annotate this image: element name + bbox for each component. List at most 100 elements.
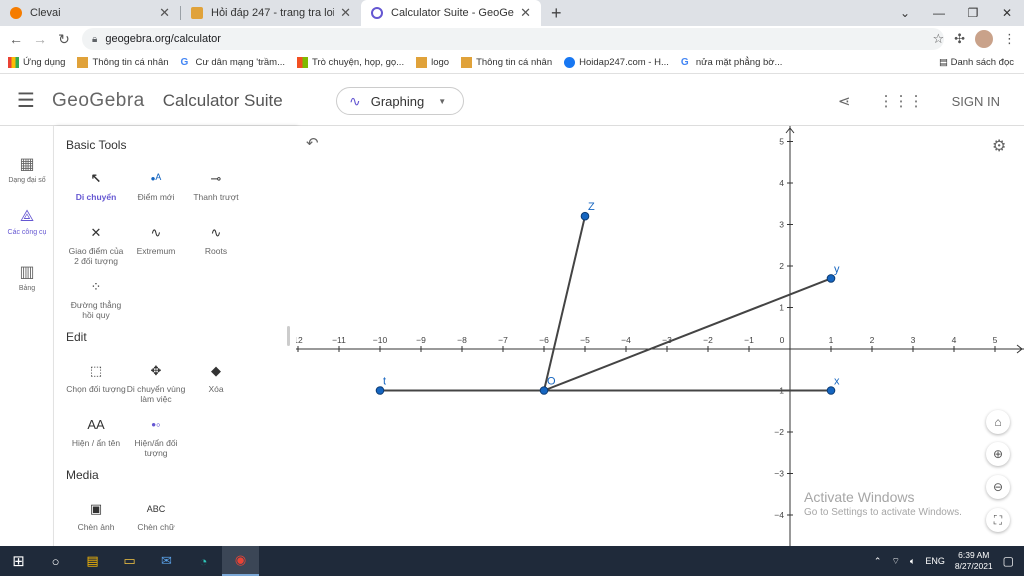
network-icon[interactable]: ⌔ — [891, 556, 899, 567]
rail-algebra[interactable]: ▦ Dạng đại số — [0, 154, 54, 184]
x-tick-label: 1 — [829, 335, 834, 345]
x-tick-label: 12 — [296, 335, 303, 345]
panel-resize-handle[interactable] — [287, 326, 290, 346]
windows-start-icon[interactable]: ⊞ — [0, 546, 37, 576]
tool-label: Chọn đối tượng — [66, 384, 126, 394]
search-icon[interactable]: ○ — [37, 546, 74, 576]
bookmark-item[interactable]: logo — [416, 57, 449, 68]
lock-icon: 🔒︎ — [92, 33, 98, 45]
rail-tools[interactable]: ⟁ Các công cụ — [0, 208, 54, 236]
tool-move-view[interactable]: ✥ Di chuyển vùng làm việc — [126, 360, 186, 404]
rail-table[interactable]: ▥ Bảng — [0, 262, 54, 292]
mail-icon[interactable]: ✉ — [148, 546, 185, 576]
eraser-icon: ◆ — [211, 363, 221, 378]
close-tab-icon[interactable]: ✕ — [520, 5, 531, 21]
point-icon: •ᴬ — [150, 171, 162, 186]
ms-icon — [297, 57, 309, 68]
apps-icon[interactable]: ⋮⋮⋮ — [879, 92, 924, 110]
window-controls: ⌄ — ❐ ✕ — [888, 0, 1024, 26]
zoom-in-icon[interactable]: ⊕ — [986, 442, 1010, 466]
clevai-favicon-icon — [10, 7, 22, 19]
tool-show-object[interactable]: •◦ Hiện/ẩn đối tượng — [126, 414, 186, 458]
watermark-subtitle: Go to Settings to activate Windows. — [804, 507, 962, 518]
bookmark-item[interactable]: Trò chuyện, họp, gọ... — [297, 57, 404, 68]
bookmark-label: nửa mặt phẳng bờ... — [695, 57, 783, 68]
edge-icon[interactable]: ◔ — [185, 546, 222, 576]
fullscreen-icon[interactable]: ⛶ — [986, 508, 1010, 532]
x-tick-label: 3 — [911, 335, 916, 345]
rail-label: Các công cụ — [7, 229, 47, 236]
new-tab-icon[interactable]: + — [541, 3, 572, 24]
tab-geogebra[interactable]: Calculator Suite - GeoGebra ✕ — [361, 0, 541, 26]
bookmark-item[interactable]: G nửa mặt phẳng bờ... — [681, 57, 783, 68]
rail-label: Dạng đại số — [8, 177, 46, 184]
chevron-up-icon[interactable]: ⌃ — [874, 556, 882, 567]
extensions-icon[interactable]: ✣ — [954, 31, 965, 47]
system-tray: ⌃ ⌔ 🔈︎ ENG 6:39 AM 8/27/2021 ▢ — [874, 546, 1024, 576]
x-tick-label: −11 — [332, 335, 346, 345]
tab-hoidap[interactable]: Hỏi đáp 247 - trang tra loi ✕ — [181, 0, 361, 26]
tool-select[interactable]: ⬚ Chọn đối tượng — [66, 360, 126, 394]
app-selector[interactable]: ∿ Graphing ▼ — [336, 87, 464, 115]
select-icon: ⬚ — [89, 363, 103, 378]
point-x — [826, 386, 836, 395]
file-explorer-icon[interactable]: ▭ — [111, 546, 148, 576]
tool-image[interactable]: ▣ Chèn ảnh — [66, 498, 126, 532]
tool-label: Đường thẳng hồi quy — [70, 300, 122, 320]
tool-extremum[interactable]: ∿ Extremum — [126, 222, 186, 256]
bookmark-item[interactable]: Thông tin cá nhân — [77, 57, 169, 68]
x-tick-label: −8 — [457, 335, 467, 345]
tab-clevai[interactable]: Clevai ✕ — [0, 0, 180, 26]
restore-icon[interactable]: ❐ — [956, 6, 990, 20]
bookmark-apps[interactable]: Ứng dụng — [8, 57, 65, 68]
tool-roots[interactable]: ∿ Roots — [186, 222, 246, 256]
tool-slider[interactable]: ⊸ Thanh trượt — [186, 168, 246, 202]
hamburger-menu-icon[interactable]: ☰ — [0, 88, 52, 113]
tool-intersect[interactable]: ✕ Giao điểm của 2 đối tượng — [66, 222, 126, 266]
h-logo-icon — [77, 57, 89, 68]
tool-move[interactable]: ↖ Di chuyển — [66, 168, 126, 202]
tool-delete[interactable]: ◆ Xóa — [186, 360, 246, 394]
volume-icon[interactable]: 🔈︎ — [910, 556, 915, 567]
store-icon[interactable]: ▤ — [74, 546, 111, 576]
settings-gear-icon[interactable]: ⚙ — [992, 136, 1006, 156]
arrow-icon: ↖ — [90, 171, 102, 186]
home-view-icon[interactable]: ⌂ — [986, 410, 1010, 434]
tool-show-label[interactable]: AA Hiện / ẩn tên — [66, 414, 126, 448]
tool-point[interactable]: •ᴬ Điểm mới — [126, 168, 186, 202]
tab-title: Hỏi đáp 247 - trang tra loi — [211, 7, 335, 19]
close-tab-icon[interactable]: ✕ — [340, 5, 351, 21]
tab-title: Calculator Suite - GeoGebra — [391, 7, 514, 19]
forward-icon[interactable]: → — [28, 31, 52, 47]
extremum-icon: ∿ — [150, 225, 162, 240]
tab-title: Clevai — [30, 7, 61, 19]
tool-text[interactable]: ABC Chèn chữ — [126, 498, 186, 532]
tool-regression[interactable]: ⁘ Đường thẳng hồi quy — [66, 276, 126, 320]
reading-list[interactable]: ▤ Danh sách đọc — [939, 57, 1014, 68]
clock[interactable]: 6:39 AM 8/27/2021 — [955, 550, 993, 572]
share-icon[interactable]: ⋖ — [838, 92, 851, 110]
graphics-view[interactable]: 12−11−10−9−8−7−6−5−4−3−2−101234512345−1−… — [296, 126, 1024, 546]
input-language[interactable]: ENG — [925, 556, 945, 566]
bookmark-item[interactable]: G Cư dân mạng 'trầm... — [181, 57, 286, 68]
menu-dots-icon[interactable]: ⋮ — [1003, 31, 1016, 47]
undo-icon[interactable]: ↶ — [306, 134, 319, 152]
bookmark-item[interactable]: Hoidap247.com - H... — [564, 57, 669, 68]
graph-canvas[interactable]: 12−11−10−9−8−7−6−5−4−3−2−101234512345−1−… — [296, 126, 1024, 546]
bookmark-item[interactable]: Thông tin cá nhân — [461, 57, 552, 68]
minimize-icon[interactable]: — — [922, 6, 956, 20]
bookmark-star-icon[interactable]: ☆ — [932, 31, 944, 47]
reload-icon[interactable]: ↻ — [52, 31, 76, 48]
chrome-icon[interactable]: ◉ — [222, 546, 259, 576]
x-tick-label: 0 — [780, 335, 785, 345]
profile-avatar[interactable] — [975, 30, 993, 48]
close-window-icon[interactable]: ✕ — [990, 6, 1024, 20]
zoom-out-icon[interactable]: ⊖ — [986, 475, 1010, 499]
back-icon[interactable]: ← — [4, 31, 28, 47]
notifications-icon[interactable]: ▢ — [1003, 554, 1014, 568]
url-field[interactable]: 🔒︎ geogebra.org/calculator — [82, 28, 944, 50]
close-tab-icon[interactable]: ✕ — [159, 5, 170, 21]
sign-in-button[interactable]: SIGN IN — [952, 94, 1000, 109]
x-tick-label: −10 — [373, 335, 388, 345]
tab-search-icon[interactable]: ⌄ — [888, 6, 922, 20]
